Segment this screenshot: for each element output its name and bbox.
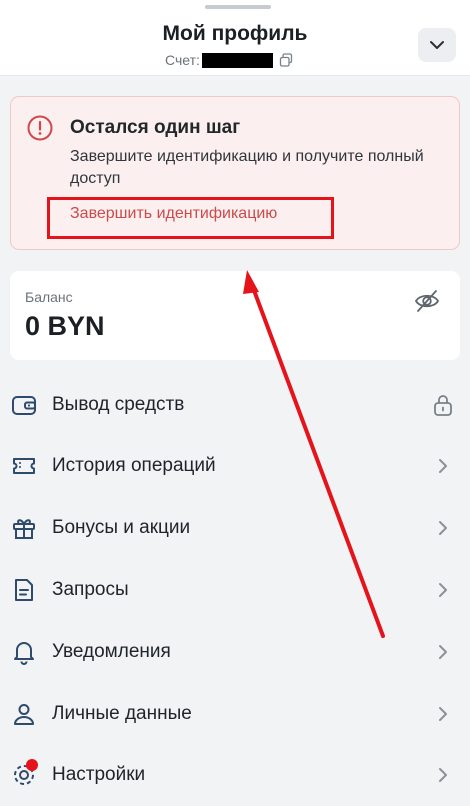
alert-circle-icon [27, 115, 53, 141]
menu-item-personal-data[interactable]: Личные данные [0, 683, 470, 745]
annotation-highlight-box [47, 197, 334, 239]
chevron-right-icon [439, 707, 447, 721]
collapse-button[interactable] [418, 28, 456, 62]
menu-item-settings[interactable]: Настройки [0, 744, 470, 806]
profile-header: Мой профиль Счет: [0, 0, 470, 76]
chevron-right-icon [439, 768, 447, 782]
chevron-right-icon [439, 583, 447, 597]
menu-item-label: Запросы [52, 579, 129, 600]
sheet-grabber[interactable] [205, 5, 271, 9]
lock-icon [434, 395, 452, 416]
alert-title: Остался один шаг [70, 117, 241, 138]
wallet-icon [12, 396, 36, 415]
menu-item-notifications[interactable]: Уведомления [0, 621, 470, 683]
account-number-redacted [201, 52, 273, 68]
menu-item-label: История операций [52, 455, 216, 476]
account-number: Счет: [165, 52, 293, 68]
menu-item-label: Личные данные [52, 703, 192, 724]
menu-item-label: Бонусы и акции [52, 517, 191, 538]
menu-item-history[interactable]: История операций [0, 435, 470, 497]
menu-item-label: Вывод средств [52, 394, 185, 415]
gift-icon [13, 519, 35, 539]
settings-badge [26, 759, 38, 771]
eye-off-icon[interactable] [414, 289, 440, 313]
chevron-right-icon [439, 521, 447, 535]
page-title: Мой профиль [162, 22, 308, 45]
chevron-right-icon [439, 645, 447, 659]
bell-icon [14, 642, 34, 665]
user-icon [14, 704, 34, 725]
alert-text: Завершите идентификацию и получите полны… [70, 148, 424, 187]
ticket-icon [13, 458, 35, 474]
copy-icon[interactable] [279, 53, 293, 67]
menu-item-label: Уведомления [52, 641, 171, 662]
menu-item-withdraw[interactable]: Вывод средств [0, 374, 470, 436]
document-icon [15, 579, 33, 601]
menu-item-requests[interactable]: Запросы [0, 559, 470, 621]
menu-item-bonuses[interactable]: Бонусы и акции [0, 497, 470, 559]
balance-label: Баланс [25, 289, 73, 305]
chevron-down-icon [430, 41, 444, 49]
menu-item-label: Настройки [52, 764, 146, 785]
chevron-right-icon [439, 459, 447, 473]
account-label: Счет: [165, 52, 200, 68]
balance-value: 0 BYN [25, 311, 105, 341]
balance-card: Баланс 0 BYN [10, 271, 460, 360]
